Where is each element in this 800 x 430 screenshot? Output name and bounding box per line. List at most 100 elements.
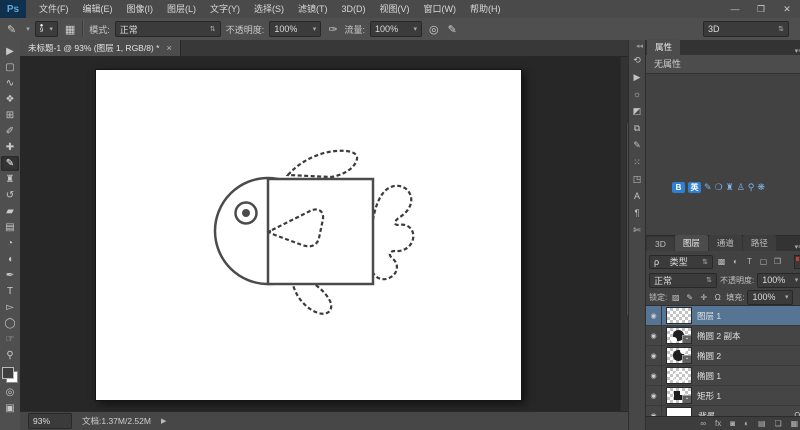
healing-brush-tool[interactable]: ✚ <box>1 140 19 155</box>
layer-thumbnail[interactable]: ▪ <box>666 347 692 364</box>
paragraph-panel-icon[interactable]: ¶ <box>629 206 645 220</box>
history-brush-tool[interactable]: ↺ <box>1 188 19 203</box>
toggle-brush-panel-icon[interactable]: ▦ <box>63 23 77 36</box>
panel-menu-icon[interactable]: ▾≡ <box>791 47 800 55</box>
lock-position-icon[interactable]: ✛ <box>698 293 709 302</box>
layer-style-icon[interactable]: fx <box>715 417 721 430</box>
blur-tool[interactable]: ◔ <box>1 236 19 251</box>
eye-icon[interactable]: ◉ <box>646 346 662 365</box>
expand-panels-icon[interactable]: ◂◂ <box>636 42 645 50</box>
blend-mode-select[interactable]: 正常 ⇅ <box>114 21 221 37</box>
eraser-tool[interactable]: ▰ <box>1 204 19 219</box>
eyedropper-tool[interactable]: ✐ <box>1 124 19 139</box>
ime-account-icon[interactable]: ♙ <box>737 182 745 193</box>
styles-panel-icon[interactable]: ◩ <box>629 104 645 118</box>
opacity-input[interactable]: 100% ▾ <box>269 21 322 37</box>
lock-all-icon[interactable]: Ω <box>712 293 723 302</box>
layer-thumbnail[interactable]: ▪ <box>666 387 692 404</box>
ime-board-icon[interactable]: ❍ <box>715 182 723 193</box>
menu-type[interactable]: 文字(Y) <box>203 0 247 18</box>
layer-thumbnail[interactable] <box>666 407 692 416</box>
tool-presets-panel-icon[interactable]: ✄ <box>629 223 645 237</box>
layer-thumbnail[interactable] <box>666 367 692 384</box>
workspace-switcher[interactable]: 3D ⇅ <box>703 21 789 37</box>
document-tab[interactable]: 未标题-1 @ 93% (图层 1, RGB/8) * × <box>20 40 181 56</box>
eye-icon[interactable]: ◉ <box>646 366 662 385</box>
menu-file[interactable]: 文件(F) <box>32 0 76 18</box>
layer-row-ellipse-2-copy[interactable]: ◉ ▪ 椭圆 2 副本 <box>646 326 800 346</box>
crop-tool[interactable]: ⊞ <box>1 108 19 123</box>
layer-row-background[interactable]: ◉ 背景 Ω <box>646 406 800 416</box>
tab-close-icon[interactable]: × <box>166 43 171 53</box>
new-layer-icon[interactable]: ❏ <box>775 417 782 430</box>
layer-row-rectangle-1[interactable]: ◉ ▪ 矩形 1 <box>646 386 800 406</box>
menu-window[interactable]: 窗口(W) <box>417 0 464 18</box>
clone-stamp-tool[interactable]: ♜ <box>1 172 19 187</box>
filter-type-select[interactable]: ρ 类型 ⇅ <box>649 254 713 269</box>
layer-thumbnail[interactable] <box>666 307 692 324</box>
menu-help[interactable]: 帮助(H) <box>463 0 508 18</box>
ime-language-mode[interactable]: 英 <box>688 182 701 193</box>
quick-selection-tool[interactable]: ❖ <box>1 92 19 107</box>
layer-row-ellipse-2[interactable]: ◉ ▪ 椭圆 2 <box>646 346 800 366</box>
close-button[interactable]: ✕ <box>774 0 800 18</box>
pen-tool[interactable]: ✒ <box>1 268 19 283</box>
layer-opacity-input[interactable]: 100% ▾ <box>757 272 800 288</box>
tab-layers[interactable]: 图层 <box>674 235 708 251</box>
tab-paths[interactable]: 路径 <box>742 235 776 251</box>
brush-tool[interactable]: ✎ <box>1 156 19 171</box>
marquee-tool[interactable]: ▢ <box>1 60 19 75</box>
clone-source-panel-icon[interactable]: ⧉ <box>629 121 645 135</box>
tab-channels[interactable]: 通道 <box>708 235 742 251</box>
tab-properties[interactable]: 属性 <box>647 39 681 55</box>
new-group-icon[interactable]: ▤ <box>758 417 766 430</box>
lasso-tool[interactable]: ∿ <box>1 76 19 91</box>
restore-button[interactable]: ❐ <box>748 0 774 18</box>
dodge-tool[interactable]: ◖ <box>1 252 19 267</box>
move-tool[interactable]: ▶ <box>1 44 19 59</box>
quick-mask-button[interactable]: ◎ <box>1 385 19 400</box>
ellipse-tool[interactable]: ◯ <box>1 316 19 331</box>
brush-presets-panel-icon[interactable]: ⁙ <box>629 155 645 169</box>
layer-thumbnail[interactable]: ▪ <box>666 327 692 344</box>
brush-dropdown-arrow[interactable]: ▾ <box>26 25 30 33</box>
tablet-pressure-icon[interactable]: ✑ <box>326 23 339 36</box>
lock-pixels-icon[interactable]: ✎ <box>684 293 695 302</box>
brush-preset-picker[interactable]: ● 9 ▾ <box>34 21 58 37</box>
filter-shape-layers-icon[interactable]: ▢ <box>758 257 769 266</box>
filter-pixel-layers-icon[interactable]: ▩ <box>716 257 727 266</box>
link-layers-icon[interactable]: ∞ <box>700 417 706 430</box>
eye-icon[interactable]: ◉ <box>646 326 662 345</box>
ime-skin-icon[interactable]: ♜ <box>726 182 734 193</box>
eye-icon[interactable]: ◉ <box>646 406 662 416</box>
brush-pressure-icon[interactable]: ✎ <box>446 23 459 36</box>
brush-tool-icon[interactable]: ✎ <box>5 23 18 36</box>
airbrush-icon[interactable]: ◎ <box>427 23 441 36</box>
history-panel-icon[interactable]: ⟲ <box>629 53 645 67</box>
adjustment-layer-icon[interactable]: ◐ <box>744 417 749 430</box>
menu-edit[interactable]: 编辑(E) <box>76 0 120 18</box>
ime-pen-icon[interactable]: ✎ <box>704 182 712 193</box>
menu-image[interactable]: 图像(I) <box>120 0 161 18</box>
menu-3d[interactable]: 3D(D) <box>335 0 373 18</box>
document-vertical-scrollbar[interactable] <box>620 57 652 411</box>
ime-logo-icon[interactable]: B <box>672 182 685 193</box>
filter-toggle-switch[interactable] <box>794 254 800 269</box>
flow-input[interactable]: 100% ▾ <box>370 21 423 37</box>
eye-icon[interactable]: ◉ <box>646 386 662 405</box>
panel-menu-icon[interactable]: ▾≡ <box>791 243 800 251</box>
menu-view[interactable]: 视图(V) <box>373 0 417 18</box>
actions-panel-icon[interactable]: ▶ <box>629 70 645 84</box>
layer-blend-mode-select[interactable]: 正常 ⇅ <box>649 272 717 288</box>
color-swatches[interactable] <box>2 367 18 383</box>
adjustments-panel-icon[interactable]: ☼ <box>629 87 645 101</box>
brush-panel-icon[interactable]: ✎ <box>629 138 645 152</box>
zoom-tool[interactable]: ⚲ <box>1 348 19 363</box>
filter-type-layers-icon[interactable]: T <box>744 257 755 266</box>
menu-layer[interactable]: 图层(L) <box>160 0 203 18</box>
minimize-button[interactable]: — <box>722 0 748 18</box>
filter-smart-objects-icon[interactable]: ❐ <box>772 257 783 266</box>
layer-row-ellipse-1[interactable]: ◉ 椭圆 1 <box>646 366 800 386</box>
ime-search-icon[interactable]: ⚲ <box>748 182 755 193</box>
screen-mode-button[interactable]: ▣ <box>1 401 19 416</box>
